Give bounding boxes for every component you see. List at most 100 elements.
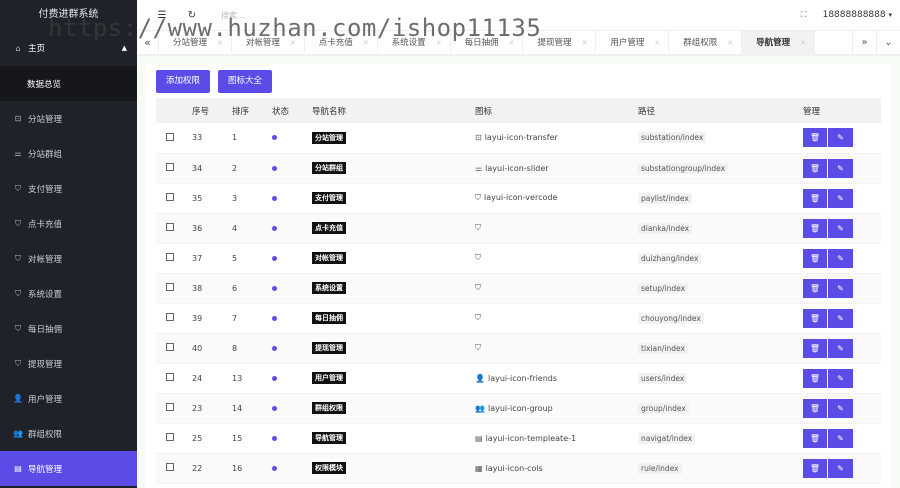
edit-icon[interactable]: ✎ xyxy=(828,248,853,268)
row-checkbox[interactable] xyxy=(166,223,174,231)
user-icon: 👤 xyxy=(475,373,485,383)
row-checkbox[interactable] xyxy=(166,163,174,171)
table-row: 24 13 用户管理 👤 layui-icon-friends users/index 🗑 ✎ xyxy=(156,363,881,394)
menu-toggle-icon[interactable]: ☰ xyxy=(155,10,169,21)
row-checkbox[interactable] xyxy=(166,433,174,441)
edit-icon[interactable]: ✎ xyxy=(828,278,853,298)
sidebar-item[interactable]: ⚌ 分站群组 xyxy=(0,136,137,171)
search-input[interactable]: 搜索... xyxy=(221,10,245,21)
nav-name-tag: 点卡充值 xyxy=(312,222,346,234)
edit-icon[interactable]: ✎ xyxy=(828,338,853,358)
add-permission-button[interactable]: 添加权限 xyxy=(156,70,211,93)
row-checkbox[interactable] xyxy=(166,403,174,411)
trash-icon[interactable]: 🗑 xyxy=(803,308,827,328)
tabs-scroll-left-icon[interactable]: « xyxy=(137,30,159,55)
icon-class-text: layui-icon-transfer xyxy=(484,133,558,143)
tab[interactable]: 对帐管理 ✕ xyxy=(232,30,305,55)
close-icon[interactable]: ✕ xyxy=(290,39,296,47)
trash-icon[interactable]: 🗑 xyxy=(803,368,827,388)
row-checkbox[interactable] xyxy=(166,132,174,141)
edit-icon[interactable]: ✎ xyxy=(828,218,853,238)
tab[interactable]: 导航管理 ✕ xyxy=(742,30,816,55)
close-icon[interactable]: ✕ xyxy=(509,39,515,47)
trash-icon[interactable]: 🗑 xyxy=(803,458,827,478)
toolbar: 添加权限 图标大全 xyxy=(156,70,273,93)
sidebar-item[interactable]: ⛉ 对帐管理 xyxy=(0,241,137,276)
sidebar-item[interactable]: ▤ 导航管理 xyxy=(0,451,137,486)
tab[interactable]: 群组权限 ✕ xyxy=(669,30,743,55)
sidebar-item[interactable]: ⛉ 点卡充值 xyxy=(0,206,137,241)
row-sort: 6 xyxy=(232,273,272,304)
edit-icon[interactable]: ✎ xyxy=(828,368,853,388)
sidebar-item[interactable]: 👥 群组权限 xyxy=(0,416,137,451)
edit-icon[interactable]: ✎ xyxy=(828,188,853,208)
row-checkbox[interactable] xyxy=(166,343,174,351)
sidebar: 付费进群系统 ⌂ 主页 ▲ 数据总览 ⊡ 分站管理 ⚌ 分站群组 ⛉ 支付管理 ⛉ 点卡充值 ⛉ 对帐管理… xyxy=(0,0,137,488)
shield-icon: ⛉ xyxy=(475,253,481,262)
trash-icon[interactable]: 🗑 xyxy=(803,218,827,238)
close-icon[interactable]: ✕ xyxy=(363,39,369,47)
close-icon[interactable]: ✕ xyxy=(581,39,587,47)
status-dot-icon xyxy=(272,165,277,171)
row-checkbox[interactable] xyxy=(166,253,174,261)
close-icon[interactable]: ✕ xyxy=(800,39,806,47)
edit-icon[interactable]: ✎ xyxy=(828,128,853,148)
sidebar-item[interactable]: ⛉ 每日抽佣 xyxy=(0,311,137,346)
table-row: 40 8 提现管理 ⛉ tixian/index 🗑 ✎ xyxy=(156,333,881,364)
row-checkbox[interactable] xyxy=(166,373,174,381)
table-row: 36 4 点卡充值 ⛉ dianka/index 🗑 ✎ xyxy=(156,213,881,244)
nav-name-tag: 用户管理 xyxy=(312,372,346,384)
tab[interactable]: 系统设置 ✕ xyxy=(378,30,451,55)
refresh-icon[interactable]: ↻ xyxy=(185,10,199,21)
tabs-scroll-right-icon[interactable]: » xyxy=(852,30,876,55)
close-icon[interactable]: ✕ xyxy=(654,39,660,47)
sidebar-item[interactable]: ⛉ 系统设置 xyxy=(0,276,137,311)
trash-icon[interactable]: 🗑 xyxy=(803,278,827,298)
trash-icon[interactable]: 🗑 xyxy=(803,398,827,418)
row-checkbox[interactable] xyxy=(166,463,174,471)
sidebar-item[interactable]: 数据总览 xyxy=(0,66,137,101)
sidebar-item[interactable]: ⊡ 分站管理 xyxy=(0,101,137,136)
nav-name-tag: 导航管理 xyxy=(312,432,346,444)
cols-icon: ▦ xyxy=(475,463,483,473)
tab[interactable]: 分站管理 ✕ xyxy=(159,30,232,55)
trash-icon[interactable]: 🗑 xyxy=(803,248,827,268)
user-account[interactable]: 18888888888 ▾ xyxy=(823,10,892,20)
status-dot-icon xyxy=(272,465,277,471)
route-path: chouyong/index xyxy=(638,312,704,324)
sidebar-item[interactable]: ⛉ 支付管理 xyxy=(0,171,137,206)
trash-icon[interactable]: 🗑 xyxy=(803,158,827,178)
close-icon[interactable]: ✕ xyxy=(217,39,223,47)
icon-library-button[interactable]: 图标大全 xyxy=(218,70,273,93)
row-sort: 4 xyxy=(232,213,272,244)
row-checkbox[interactable] xyxy=(166,283,174,291)
fullscreen-icon[interactable]: ⛶ xyxy=(797,10,811,20)
trash-icon[interactable]: 🗑 xyxy=(803,128,827,148)
column-header: 序号 xyxy=(192,98,232,123)
edit-icon[interactable]: ✎ xyxy=(828,308,853,328)
tabs-menu-chevron-icon[interactable]: ⌄ xyxy=(876,30,900,55)
row-id: 38 xyxy=(192,273,232,304)
trash-icon[interactable]: 🗑 xyxy=(803,188,827,208)
tab-bar: « 分站管理 ✕ 对帐管理 ✕ 点卡充值 ✕ 系统设置 ✕ 每日抽佣 ✕ 提现管理 ✕ 用户管理 ✕ 群组权… xyxy=(137,30,900,55)
status-dot-icon xyxy=(272,375,277,381)
tab[interactable]: 用户管理 ✕ xyxy=(596,30,670,55)
edit-icon[interactable]: ✎ xyxy=(828,158,853,178)
sidebar-item[interactable]: 👤 用户管理 xyxy=(0,381,137,416)
row-checkbox[interactable] xyxy=(166,313,174,321)
trash-icon[interactable]: 🗑 xyxy=(803,338,827,358)
close-icon[interactable]: ✕ xyxy=(727,39,733,47)
edit-icon[interactable]: ✎ xyxy=(828,428,853,448)
tab[interactable]: 点卡充值 ✕ xyxy=(305,30,378,55)
sidebar-item-label: 分站管理 xyxy=(28,114,63,125)
edit-icon[interactable]: ✎ xyxy=(828,458,853,478)
tab[interactable]: 提现管理 ✕ xyxy=(523,30,597,55)
sidebar-item[interactable]: ⛉ 提现管理 xyxy=(0,346,137,381)
row-checkbox[interactable] xyxy=(166,193,174,201)
shield-icon: ⛉ xyxy=(475,343,481,352)
trash-icon[interactable]: 🗑 xyxy=(803,428,827,448)
close-icon[interactable]: ✕ xyxy=(436,39,442,47)
edit-icon[interactable]: ✎ xyxy=(828,398,853,418)
sidebar-item[interactable]: ⌂ 主页 ▲ xyxy=(0,30,137,66)
tab[interactable]: 每日抽佣 ✕ xyxy=(451,30,524,55)
